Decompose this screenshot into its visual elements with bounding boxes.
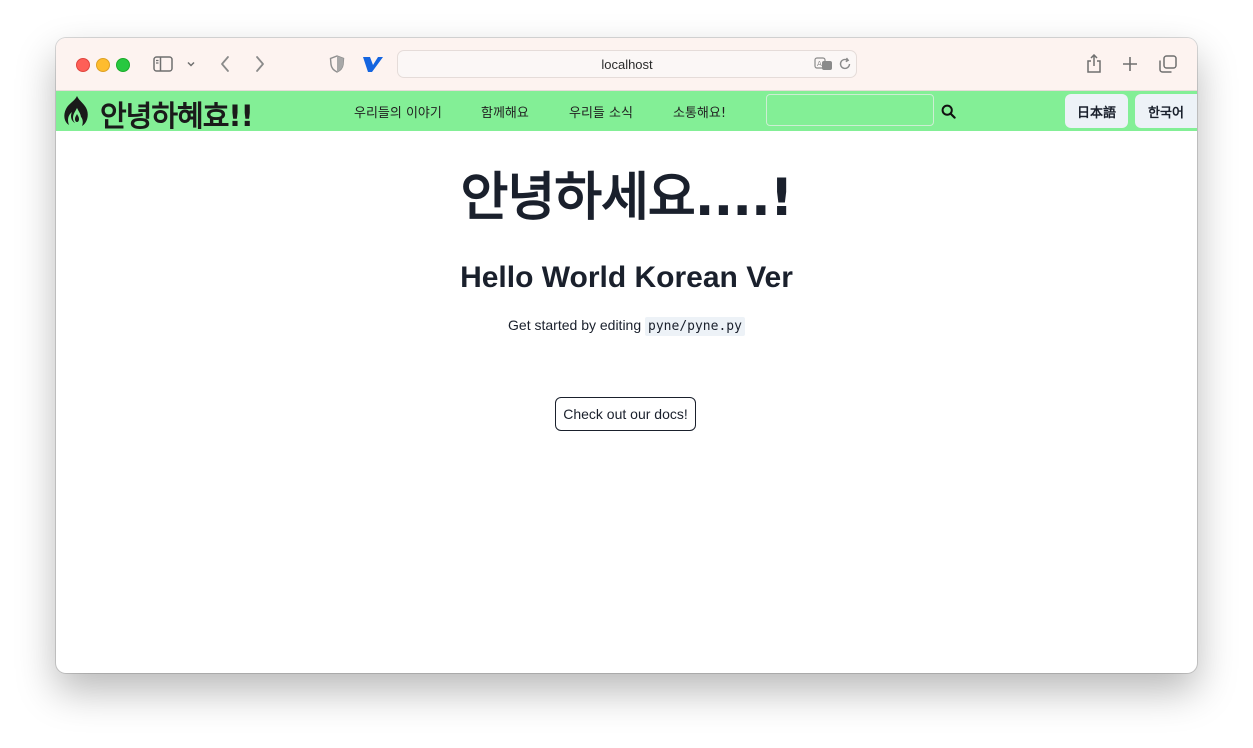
privacy-shield-icon[interactable] <box>325 52 349 76</box>
address-bar[interactable]: localhost A <box>397 50 857 78</box>
main-content: 안녕하세요....! Hello World Korean Ver Get st… <box>56 131 1197 673</box>
zoom-window-button[interactable] <box>116 58 130 72</box>
file-path-code: pyne/pyne.py <box>645 317 745 336</box>
sidebar-icon[interactable] <box>151 52 175 76</box>
new-tab-plus-icon[interactable] <box>1118 52 1142 76</box>
brand-title: 안녕하혜효!! <box>100 99 254 133</box>
site-navbar: 안녕하혜효!! 우리들의 이야기 함께해요 우리들 소식 소통해요! 日本語 한… <box>56 91 1197 133</box>
language-korean-button[interactable]: 한국어 <box>1135 94 1197 128</box>
getting-started-text: Get started by editing pyne/pyne.py <box>56 317 1197 336</box>
minimize-window-button[interactable] <box>96 58 110 72</box>
brand-logo[interactable]: 안녕하혜효!! <box>62 93 254 135</box>
svg-text:A: A <box>817 60 822 68</box>
language-japanese-button[interactable]: 日本語 <box>1065 94 1128 128</box>
search-icon[interactable] <box>939 102 957 120</box>
browser-toolbar: localhost A <box>56 38 1197 91</box>
nav-link-together[interactable]: 함께해요 <box>481 102 529 121</box>
vivaldi-v-icon[interactable] <box>361 52 385 76</box>
back-icon[interactable] <box>213 52 237 76</box>
page-subheading: Hello World Korean Ver <box>460 261 793 294</box>
flame-logo-icon <box>62 95 92 134</box>
forward-icon[interactable] <box>248 52 272 76</box>
docs-button[interactable]: Check out our docs! <box>555 397 696 431</box>
url-text: localhost <box>601 56 653 72</box>
translate-icon[interactable]: A <box>814 56 834 72</box>
reload-icon[interactable] <box>837 56 853 72</box>
tab-overview-icon[interactable] <box>1156 52 1180 76</box>
search-input[interactable] <box>766 94 934 126</box>
nav-link-news[interactable]: 우리들 소식 <box>569 102 633 121</box>
share-icon[interactable] <box>1082 52 1106 76</box>
nav-link-communicate[interactable]: 소통해요! <box>673 102 726 121</box>
browser-window: localhost A 안녕하혜효!! 우리들의 이야기 함께해요 우리들 소식… <box>56 38 1197 673</box>
close-window-button[interactable] <box>76 58 90 72</box>
getting-started-prefix: Get started by editing <box>508 317 642 333</box>
chevron-down-icon[interactable] <box>180 52 202 76</box>
page-title: 안녕하세요....! <box>460 168 794 228</box>
nav-link-our-story[interactable]: 우리들의 이야기 <box>354 102 442 121</box>
